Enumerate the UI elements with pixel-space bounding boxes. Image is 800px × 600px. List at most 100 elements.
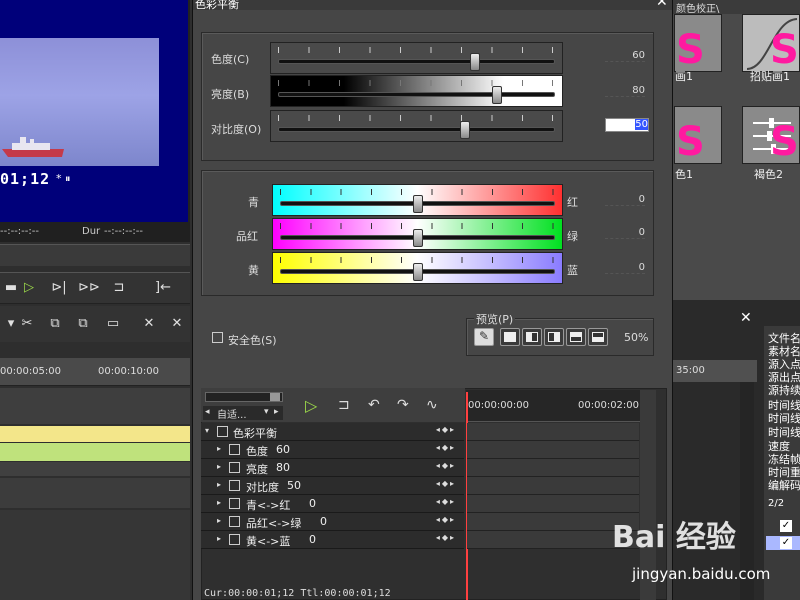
cyan-red-slider[interactable] xyxy=(272,184,563,216)
copy-icon[interactable]: ⧉ xyxy=(44,314,66,334)
preview-split-h-button[interactable] xyxy=(566,328,586,346)
keyframe-value[interactable]: 50 xyxy=(287,479,301,492)
dialog-close-icon[interactable]: ✕ xyxy=(656,0,668,10)
expand-right-icon[interactable]: ▸ xyxy=(217,480,221,489)
expand-right-icon[interactable]: ▸ xyxy=(217,444,221,453)
keyframe-lane[interactable] xyxy=(467,423,639,441)
keyframe-ruler[interactable]: 00:00:00:00 00:00:02:00 xyxy=(466,390,641,422)
keyframe-checkbox[interactable] xyxy=(229,534,240,545)
expand-right-icon[interactable]: ▸ xyxy=(217,498,221,507)
timeline-track[interactable] xyxy=(0,462,190,476)
cut-icon[interactable]: ✂ xyxy=(16,314,38,334)
slider-thumb[interactable] xyxy=(470,53,481,71)
slider-thumb[interactable] xyxy=(491,86,502,104)
graph-icon[interactable]: ∿ xyxy=(426,397,438,413)
delete-icon[interactable]: ✕ xyxy=(138,314,160,334)
timeline-track[interactable] xyxy=(0,478,190,508)
preview-full-button[interactable] xyxy=(500,328,520,346)
cyan-red-value[interactable]: 0 xyxy=(605,194,645,206)
timeline-ruler[interactable]: 00:00:05:00 00:00:10:00 xyxy=(0,358,190,386)
set-in-button[interactable]: ]← xyxy=(152,278,174,298)
next-frame-button[interactable]: ⊳| xyxy=(48,278,70,298)
close-icon[interactable]: ✕ xyxy=(740,310,752,326)
expand-right-icon[interactable]: ▸ xyxy=(217,516,221,525)
keyframe-row[interactable]: ▾ 色彩平衡 ◂◆▸ xyxy=(201,423,464,441)
contrast-slider[interactable] xyxy=(270,110,563,142)
yellow-blue-slider[interactable] xyxy=(272,252,563,284)
keyframe-checkbox[interactable] xyxy=(217,426,228,437)
contrast-input-value[interactable]: 50 xyxy=(635,119,648,130)
keyframe-nav-icon[interactable]: ◂◆▸ xyxy=(436,479,456,488)
keyframe-row[interactable]: ▸ 亮度 80 ◂◆▸ xyxy=(201,459,464,477)
keyframe-row[interactable]: ▸ 对比度 50 ◂◆▸ xyxy=(201,477,464,495)
output-button[interactable]: ⊐ xyxy=(108,278,130,298)
kf-output-button[interactable]: ⊐ xyxy=(338,397,350,413)
chevron-down-icon[interactable]: ▾ xyxy=(264,407,269,417)
keyframe-value[interactable]: 60 xyxy=(276,443,290,456)
magenta-green-slider[interactable] xyxy=(272,218,563,250)
slider-thumb[interactable] xyxy=(412,195,423,213)
keyframe-nav-icon[interactable]: ◂◆▸ xyxy=(436,425,456,434)
expand-down-icon[interactable]: ▾ xyxy=(205,426,209,435)
zoom-dropdown[interactable]: 自适... xyxy=(203,406,283,421)
ripple-delete-icon[interactable]: ✕ xyxy=(166,314,188,334)
keyframe-row[interactable]: ▸ 青<->红 0 ◂◆▸ xyxy=(201,495,464,513)
timeline-clip[interactable] xyxy=(0,426,190,442)
preview-split-v-button[interactable] xyxy=(522,328,542,346)
keyframe-checkbox[interactable] xyxy=(229,462,240,473)
checkbox-checked[interactable]: ✓ xyxy=(780,537,792,549)
slider-thumb[interactable] xyxy=(412,263,423,281)
bin-column[interactable]: 编解码 xyxy=(768,477,800,493)
keyframe-value[interactable]: 0 xyxy=(320,515,327,528)
checkbox-checked[interactable]: ✓ xyxy=(780,520,792,532)
keyframe-nav-icon[interactable]: ◂◆▸ xyxy=(436,443,456,452)
fast-forward-button[interactable]: ⊳⊳ xyxy=(78,278,100,298)
safe-color-checkbox[interactable] xyxy=(212,332,223,343)
keyframe-nav-icon[interactable]: ◂◆▸ xyxy=(436,533,456,542)
keyframe-lane[interactable] xyxy=(467,477,639,495)
chroma-slider[interactable] xyxy=(270,42,563,74)
expand-right-icon[interactable]: ▸ xyxy=(217,534,221,543)
slider-thumb[interactable] xyxy=(459,121,470,139)
timeline-track[interactable] xyxy=(0,388,190,424)
keyframe-row[interactable]: ▸ 色度 60 ◂◆▸ xyxy=(201,441,464,459)
yellow-blue-value[interactable]: 0 xyxy=(605,262,645,274)
timeline-clip[interactable] xyxy=(0,443,190,461)
arrow-left-icon[interactable]: ◂ xyxy=(205,407,210,417)
expand-right-icon[interactable]: ▸ xyxy=(217,462,221,471)
keyframe-lane[interactable] xyxy=(467,459,639,477)
keyframe-nav-icon[interactable]: ◂◆▸ xyxy=(436,515,456,524)
brightness-value[interactable]: 80 xyxy=(605,85,645,97)
keyframe-checkbox[interactable] xyxy=(229,516,240,527)
slider-thumb[interactable] xyxy=(412,229,423,247)
keyframe-value[interactable]: 0 xyxy=(309,497,316,510)
keyframe-lane[interactable] xyxy=(467,495,639,513)
kf-play-button[interactable]: ▷ xyxy=(305,396,317,415)
contrast-input[interactable]: 50 xyxy=(605,118,649,132)
brightness-slider[interactable] xyxy=(270,75,563,107)
play-button[interactable]: ▷ xyxy=(18,278,40,298)
keyframe-checkbox[interactable] xyxy=(229,480,240,491)
keyframe-checkbox[interactable] xyxy=(229,444,240,455)
undo-icon[interactable]: ↶ xyxy=(368,397,380,413)
preview-draw-button[interactable]: ✎ xyxy=(474,328,494,346)
paste-icon[interactable]: ⧉ xyxy=(72,314,94,334)
zoom-slider[interactable] xyxy=(205,392,283,402)
keyframe-nav-icon[interactable]: ◂◆▸ xyxy=(436,461,456,470)
keyframe-checkbox[interactable] xyxy=(229,498,240,509)
redo-icon[interactable]: ↷ xyxy=(397,397,409,413)
keyframe-row[interactable]: ▸ 黄<->蓝 0 ◂◆▸ xyxy=(201,531,464,549)
bin-column[interactable]: 源持续 xyxy=(768,382,800,398)
preview-split-h2-button[interactable] xyxy=(588,328,608,346)
keyframe-nav-icon[interactable]: ◂◆▸ xyxy=(436,497,456,506)
preview-split-v2-button[interactable] xyxy=(544,328,564,346)
zoom-slider-thumb[interactable] xyxy=(270,393,280,401)
keyframe-row[interactable]: ▸ 品红<->绿 0 ◂◆▸ xyxy=(201,513,464,531)
magenta-green-value[interactable]: 0 xyxy=(605,227,645,239)
arrow-right-icon[interactable]: ▸ xyxy=(274,407,279,417)
clip-icon[interactable]: ▭ xyxy=(102,314,124,334)
keyframe-value[interactable]: 0 xyxy=(309,533,316,546)
chroma-value[interactable]: 60 xyxy=(605,50,645,62)
keyframe-lane[interactable] xyxy=(467,441,639,459)
timeline-track[interactable] xyxy=(0,510,190,600)
